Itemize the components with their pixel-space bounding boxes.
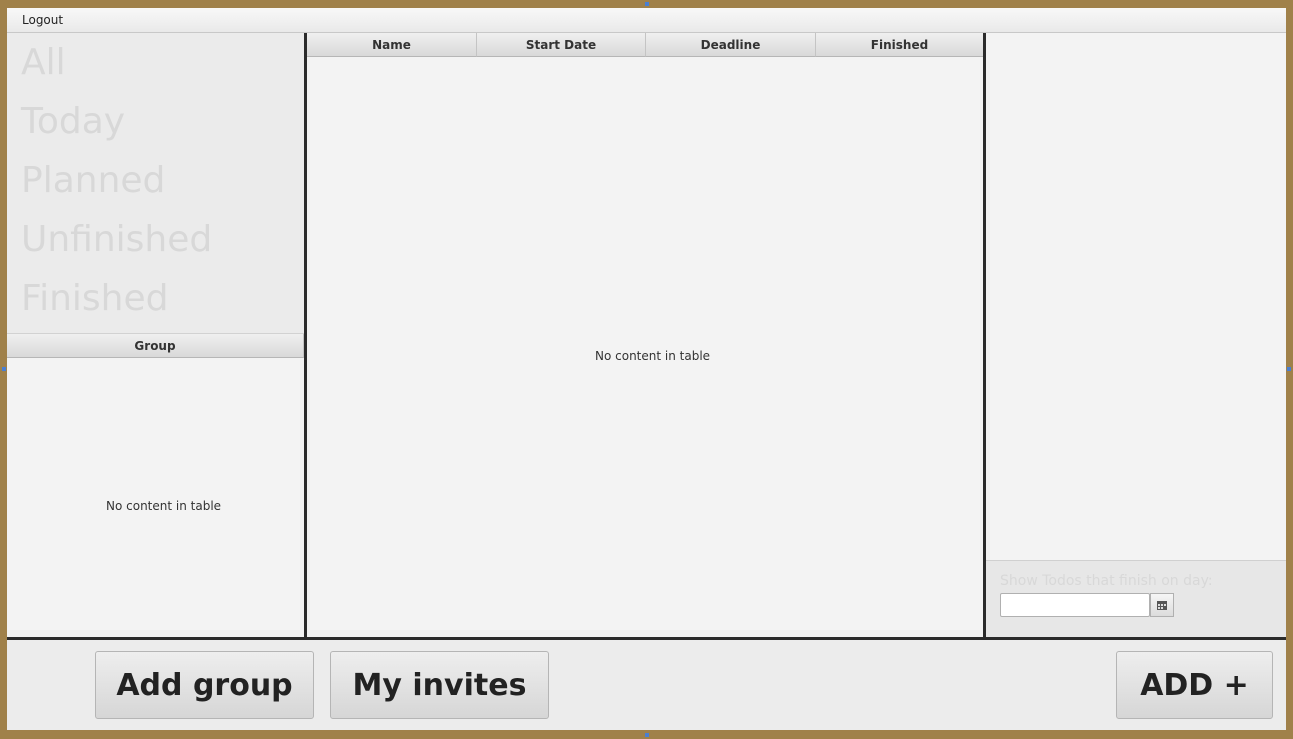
add-todo-button[interactable]: ADD + [1116,651,1273,719]
logout-menu[interactable]: Logout [16,13,69,27]
calendar-button[interactable] [1150,593,1174,617]
todo-table: Name Start Date Deadline Finished No con… [307,33,986,637]
resize-handle-top[interactable] [645,2,649,6]
resize-handle-left[interactable] [2,367,6,371]
detail-pane: Show Todos that finish on day: [986,33,1286,638]
todo-table-empty: No content in table [595,349,711,363]
date-filter-label: Show Todos that finish on day: [1000,573,1213,589]
left-pane: All Today Planned Unfinished Finished Gr… [7,33,307,637]
column-deadline[interactable]: Deadline [646,33,816,57]
filter-finished[interactable]: Finished [21,279,168,319]
column-name[interactable]: Name [307,33,477,57]
calendar-icon [1157,600,1167,610]
resize-handle-bottom[interactable] [645,733,649,737]
my-invites-button[interactable]: My invites [330,651,549,719]
column-start-date[interactable]: Start Date [477,33,646,57]
filter-today[interactable]: Today [21,102,125,142]
date-filter-input[interactable] [1000,593,1150,617]
column-finished[interactable]: Finished [816,33,983,57]
date-filter-panel: Show Todos that finish on day: [986,560,1286,638]
resize-handle-right[interactable] [1287,367,1291,371]
filter-list: All Today Planned Unfinished Finished [7,33,304,334]
group-column-header[interactable]: Group [7,334,304,358]
filter-all[interactable]: All [21,43,66,83]
filter-unfinished[interactable]: Unfinished [21,220,212,260]
app-window: Logout All Today Planned Unfinished Fini… [7,8,1286,730]
menu-bar: Logout [7,8,1286,33]
add-group-button[interactable]: Add group [95,651,314,719]
bottom-bar: Add group My invites ADD + [7,637,1286,730]
filter-planned[interactable]: Planned [21,161,165,201]
group-table-empty: No content in table [106,499,222,513]
